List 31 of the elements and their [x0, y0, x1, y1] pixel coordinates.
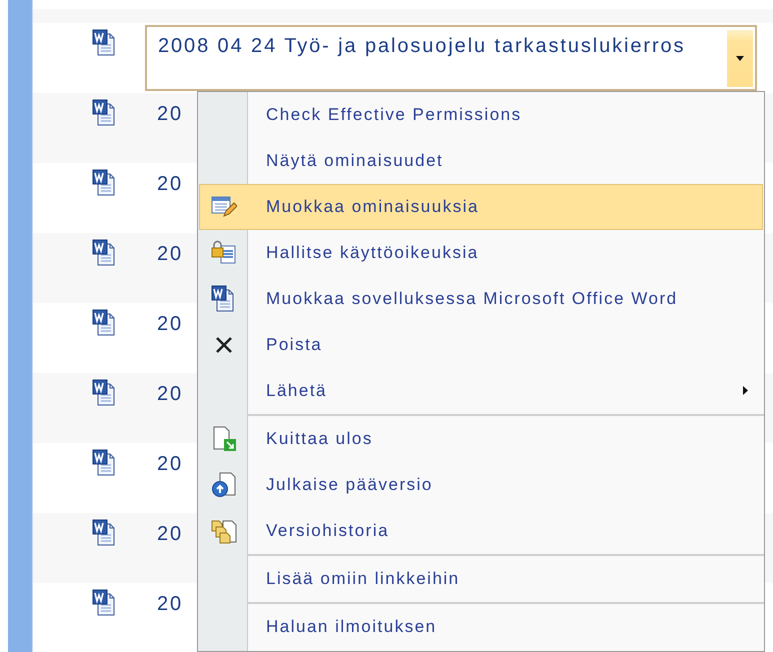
document-title[interactable]: 20 — [157, 383, 184, 406]
menu-item[interactable]: Poista — [199, 322, 763, 368]
document-title[interactable]: 20 — [157, 103, 184, 126]
document-title[interactable]: 20 — [157, 313, 184, 336]
version-history-icon — [211, 518, 237, 544]
submenu-arrow-icon — [743, 386, 748, 395]
document-title[interactable]: 20 — [157, 243, 184, 266]
menu-item[interactable]: Julkaise pääversio — [199, 462, 763, 508]
menu-item[interactable]: Lähetä — [199, 368, 763, 414]
check-out-icon — [211, 426, 237, 452]
document-title[interactable]: 20 — [157, 173, 184, 196]
document-title[interactable]: 20 — [157, 453, 184, 476]
dropdown-button[interactable] — [727, 30, 753, 87]
lock-document-icon — [211, 240, 237, 266]
document-title[interactable]: 20 — [157, 523, 184, 546]
caret-icon — [736, 56, 744, 61]
menu-item[interactable]: Versiohistoria — [199, 508, 763, 554]
menu-item[interactable]: Haluan ilmoituksen — [199, 604, 763, 650]
document-title[interactable]: 20 — [157, 593, 184, 616]
menu-item[interactable]: Hallitse käyttöoikeuksia — [199, 230, 763, 276]
menu-item[interactable]: Muokkaa ominaisuuksia — [199, 184, 763, 230]
menu-item[interactable]: Näytä ominaisuudet — [199, 138, 763, 184]
delete-icon — [215, 336, 233, 354]
menu-item[interactable]: Kuittaa ulos — [199, 416, 763, 462]
menu-item[interactable]: Check Effective Permissions — [199, 92, 763, 138]
menu-item[interactable]: Muokkaa sovelluksessa Microsoft Office Word — [199, 276, 763, 322]
edit-table-icon — [211, 195, 237, 219]
menu-item[interactable]: Lisää omiin linkkeihin — [199, 556, 763, 602]
publish-document-icon — [211, 472, 237, 498]
document-title[interactable]: 2008 04 24 Työ- ja palosuojelu tarkastuslukierros — [158, 35, 686, 89]
title-box[interactable]: 2008 04 24 Työ- ja palosuojelu tarkastuslukierros — [145, 25, 757, 91]
